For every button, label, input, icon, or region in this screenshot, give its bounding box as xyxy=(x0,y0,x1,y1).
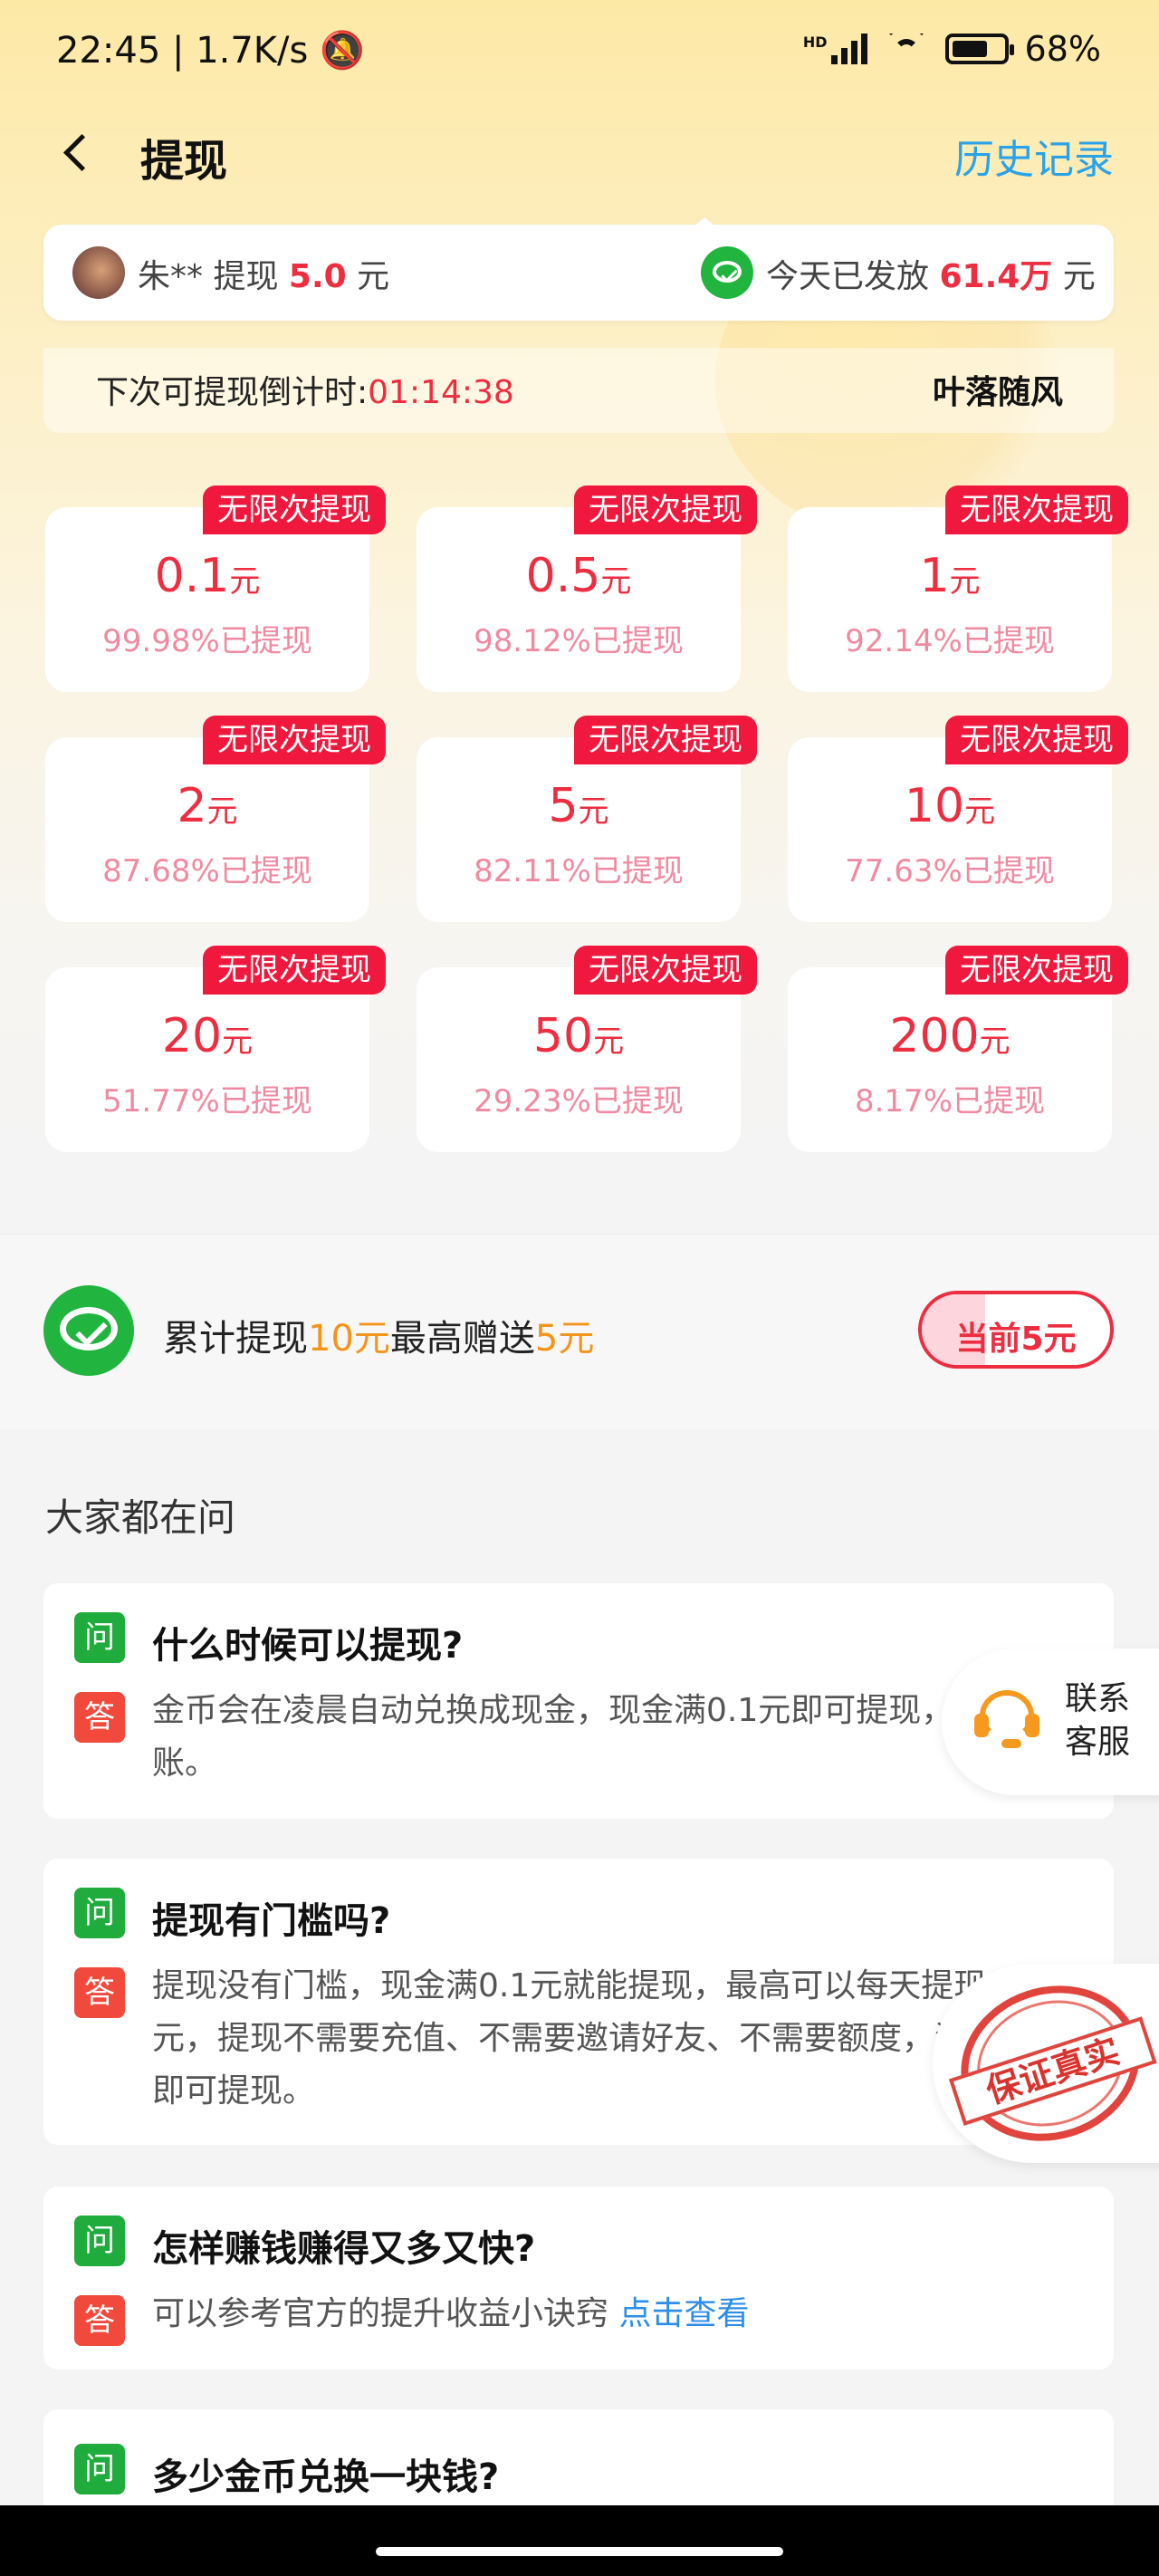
withdraw-option-1[interactable]: 无限次提现 1元 92.14%已提现 xyxy=(788,485,1128,692)
withdraw-option-20[interactable]: 无限次提现 20元 51.77%已提现 xyxy=(45,946,386,1152)
battery-percent: 68% xyxy=(1024,29,1101,69)
option-amount: 50元 xyxy=(532,1009,625,1063)
unlimited-badge: 无限次提现 xyxy=(945,485,1128,534)
withdraw-option-0.1[interactable]: 无限次提现 0.1元 99.98%已提现 xyxy=(45,485,386,692)
withdraw-option-0.5[interactable]: 无限次提现 0.5元 98.12%已提现 xyxy=(417,485,757,692)
unlimited-badge: 无限次提现 xyxy=(203,946,386,995)
option-amount: 0.1元 xyxy=(154,549,261,603)
customer-service-label: 联系客服 xyxy=(1065,1680,1131,1761)
status-right: HD 68% xyxy=(803,29,1101,69)
option-percent: 92.14%已提现 xyxy=(845,623,1055,659)
option-percent: 99.98%已提现 xyxy=(102,623,312,659)
option-amount: 20元 xyxy=(161,1009,254,1063)
option-percent: 98.12%已提现 xyxy=(474,623,684,659)
unlimited-badge: 无限次提现 xyxy=(945,716,1128,764)
question-tag: 问 xyxy=(74,1612,125,1663)
option-amount: 10元 xyxy=(904,779,996,833)
withdraw-option-10[interactable]: 无限次提现 10元 77.63%已提现 xyxy=(788,716,1128,922)
countdown-time: 01:14:38 xyxy=(368,374,514,411)
status-bar: 22:45 | 1.7K/s 🔕 HD 68% xyxy=(0,0,1159,104)
faq-question: 提现有门槛吗? xyxy=(152,1900,391,1942)
withdraw-ticker: 朱** 提现 5.0 元 今天已发放 61.4万 元 xyxy=(43,217,1114,321)
option-amount: 2元 xyxy=(177,779,238,833)
option-percent: 77.63%已提现 xyxy=(845,853,1055,889)
option-percent: 51.77%已提现 xyxy=(102,1083,312,1120)
status-time: 22:45 | 1.7K/s 🔕 xyxy=(56,30,365,72)
ticker-user-text: 朱** 提现 5.0 元 xyxy=(138,258,390,295)
mute-icon: 🔕 xyxy=(320,30,365,72)
question-tag: 问 xyxy=(74,2444,125,2494)
faq-title: 大家都在问 xyxy=(45,1495,236,1540)
signal-icon: HD xyxy=(803,34,867,64)
withdraw-option-50[interactable]: 无限次提现 50元 29.23%已提现 xyxy=(417,946,757,1152)
faq-question: 什么时候可以提现? xyxy=(152,1625,464,1667)
unlimited-badge: 无限次提现 xyxy=(945,946,1128,995)
wifi-icon xyxy=(884,34,929,64)
history-link[interactable]: 历史记录 xyxy=(954,127,1114,185)
page-title: 提现 xyxy=(140,136,228,187)
option-percent: 87.68%已提现 xyxy=(102,853,312,889)
withdraw-option-5[interactable]: 无限次提现 5元 82.11%已提现 xyxy=(417,716,757,922)
withdraw-option-2[interactable]: 无限次提现 2元 87.68%已提现 xyxy=(45,716,386,922)
answer-tag: 答 xyxy=(74,1692,125,1743)
stamp-text: 保证真实 xyxy=(948,2016,1157,2126)
system-nav-bar xyxy=(0,2505,1159,2576)
option-amount: 0.5元 xyxy=(525,549,632,603)
faq-question: 怎样赚钱赚得又多又快? xyxy=(152,2228,536,2270)
faq-item: 问 怎样赚钱赚得又多又快? 答 可以参考官方的提升收益小诀窍 点击查看 xyxy=(43,2187,1114,2369)
headset-icon xyxy=(974,1687,1039,1752)
unlimited-badge: 无限次提现 xyxy=(203,485,386,534)
bonus-banner: 累计提现10元最高赠送5元 当前5元 xyxy=(0,1234,1159,1429)
faq-question: 多少金币兑换一块钱? xyxy=(152,2456,500,2498)
stamp-icon: 保证真实 xyxy=(940,1963,1159,2164)
guarantee-stamp[interactable]: 保证真实 xyxy=(933,1963,1159,2164)
question-tag: 问 xyxy=(74,1888,125,1938)
answer-tag: 答 xyxy=(74,2295,125,2346)
avatar xyxy=(72,246,125,299)
faq-answer: 可以参考官方的提升收益小诀窍 点击查看 xyxy=(152,2295,750,2332)
customer-service-button[interactable]: 联系客服 xyxy=(942,1648,1159,1795)
option-percent: 8.17%已提现 xyxy=(854,1083,1045,1120)
view-tips-link[interactable]: 点击查看 xyxy=(618,2295,749,2332)
wechat-icon xyxy=(43,1285,134,1376)
countdown-card: 下次可提现倒计时:01:14:38 叶落随风 xyxy=(43,348,1114,433)
option-amount: 1元 xyxy=(919,549,981,603)
battery-icon xyxy=(944,34,1014,64)
unlimited-badge: 无限次提现 xyxy=(574,485,757,534)
unlimited-badge: 无限次提现 xyxy=(203,716,386,764)
unlimited-badge: 无限次提现 xyxy=(574,946,757,995)
question-tag: 问 xyxy=(74,2216,125,2266)
withdraw-option-200[interactable]: 无限次提现 200元 8.17%已提现 xyxy=(788,946,1128,1152)
ticker-today-text: 今天已发放 61.4万 元 xyxy=(766,258,1096,295)
faq-answer: 金币会在凌晨自动兑换成现金，现金满0.1元即可提现，秒到账。 xyxy=(152,1692,1020,1782)
withdraw-options-grid: 无限次提现 0.1元 99.98%已提现 无限次提现 0.5元 98.12%已提… xyxy=(45,485,1128,1152)
back-button[interactable] xyxy=(60,127,96,181)
unlimited-badge: 无限次提现 xyxy=(574,716,757,764)
home-indicator[interactable] xyxy=(376,2547,783,2556)
faq-answer: 提现没有门槛，现金满0.1元就能提现，最高可以每天提现200元，提现不需要充值、… xyxy=(152,1967,1052,2110)
answer-tag: 答 xyxy=(74,1967,125,2018)
username: 叶落随风 xyxy=(932,374,1063,411)
faq-item: 问 多少金币兑换一块钱? xyxy=(43,2409,1114,2505)
current-bonus-label: 当前5元 xyxy=(955,1321,1077,1358)
wechat-icon xyxy=(701,246,753,299)
option-percent: 29.23%已提现 xyxy=(474,1083,684,1120)
bonus-text: 累计提现10元最高赠送5元 xyxy=(163,1318,595,1360)
countdown-label: 下次可提现倒计时:01:14:38 xyxy=(96,374,514,411)
option-amount: 5元 xyxy=(548,779,609,833)
current-bonus-button[interactable]: 当前5元 xyxy=(918,1291,1114,1369)
option-amount: 200元 xyxy=(889,1009,1011,1063)
option-percent: 82.11%已提现 xyxy=(474,853,684,889)
